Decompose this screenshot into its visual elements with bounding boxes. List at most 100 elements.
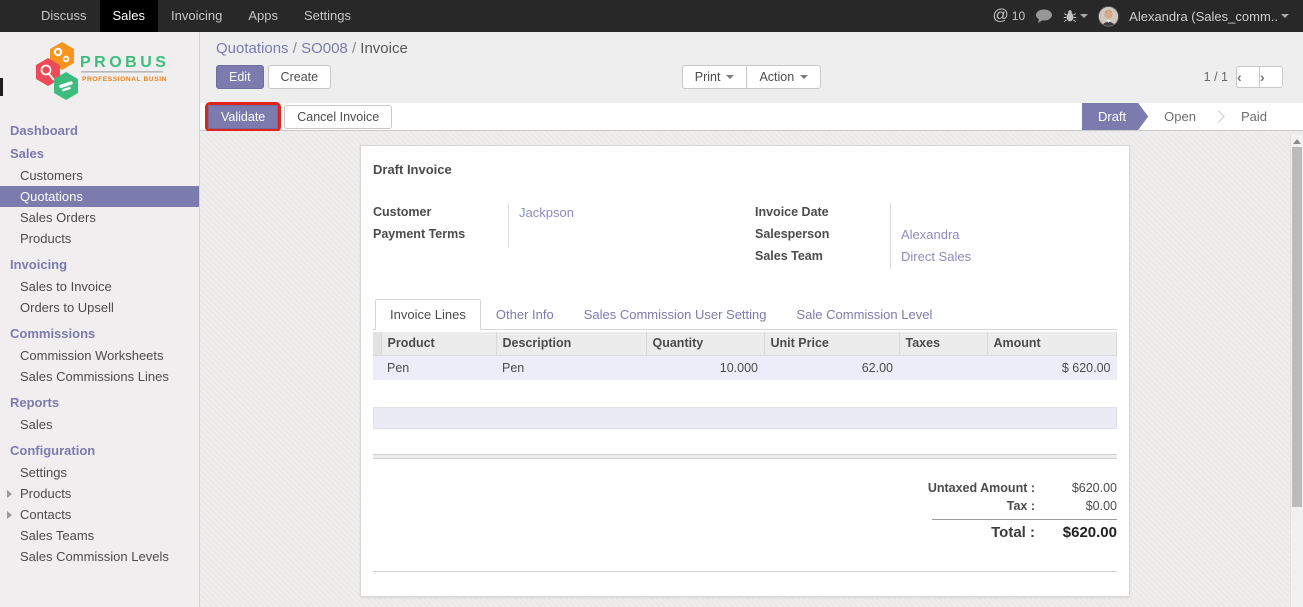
pager-previous-button[interactable]: ‹: [1236, 66, 1260, 88]
tab-sale-commission-level[interactable]: Sale Commission Level: [782, 299, 948, 330]
statusbar: Validate Cancel Invoice Draft Open Paid: [200, 103, 1303, 131]
sidebar-item-products[interactable]: Products: [0, 228, 199, 249]
salesperson-value[interactable]: Alexandra: [890, 225, 1117, 247]
cancel-invoice-button[interactable]: Cancel Invoice: [284, 105, 392, 129]
debug-menu[interactable]: [1063, 9, 1088, 23]
user-name-label: Alexandra (Sales_comm..: [1129, 9, 1278, 24]
sidebar-item-orders-to-upsell[interactable]: Orders to Upsell: [0, 297, 199, 318]
mention-count: 10: [1012, 9, 1025, 23]
invoice-date-value[interactable]: [890, 203, 1117, 225]
row-handle[interactable]: [373, 355, 381, 380]
untaxed-amount-label: Untaxed Amount :: [857, 481, 1035, 495]
caret-down-icon: [726, 75, 734, 79]
sheet-bottom-divider: [373, 571, 1117, 572]
expand-arrow-icon[interactable]: [7, 490, 12, 498]
control-panel: Quotations / SO008 / Invoice Edit Create…: [200, 32, 1303, 103]
chat-icon[interactable]: [1035, 9, 1053, 23]
status-open[interactable]: Open: [1148, 103, 1212, 130]
edit-button[interactable]: Edit: [216, 65, 264, 89]
vertical-scrollbar[interactable]: [1290, 135, 1303, 607]
breadcrumb-so008[interactable]: SO008: [301, 40, 348, 57]
pager-counter: 1 / 1: [1204, 70, 1228, 84]
expand-arrow-icon[interactable]: [7, 511, 12, 519]
scrollbar-thumb[interactable]: [1292, 147, 1302, 507]
column-amount[interactable]: Amount: [987, 332, 1117, 355]
table-header-row: Product Description Quantity Unit Price …: [373, 332, 1117, 355]
pager-next-button[interactable]: ›: [1259, 66, 1283, 88]
breadcrumb-quotations[interactable]: Quotations: [216, 40, 289, 57]
tab-sales-commission-user-setting[interactable]: Sales Commission User Setting: [569, 299, 782, 330]
logo-subtitle: PROFESSIONAL BUSINESS: [82, 76, 166, 83]
mentions-counter[interactable]: @ 10: [993, 7, 1026, 25]
breadcrumb-separator: /: [352, 40, 356, 57]
cell-description: Pen: [496, 355, 646, 380]
field-group-right: Invoice Date Salesperson Alexandra Sales…: [745, 203, 1117, 269]
validate-button[interactable]: Validate: [208, 105, 278, 129]
topbar-right: @ 10 Alex: [993, 0, 1303, 32]
tax-value: $0.00: [1035, 499, 1117, 513]
invoice-title: Draft Invoice: [373, 162, 1117, 177]
sidebar-item-settings[interactable]: Settings: [0, 462, 199, 483]
sidebar-header-sales[interactable]: Sales: [0, 142, 199, 165]
sidebar-item-sales-commissions-lines[interactable]: Sales Commissions Lines: [0, 366, 199, 387]
sidebar-header-commissions[interactable]: Commissions: [0, 322, 199, 345]
total-value: $620.00: [1035, 524, 1117, 541]
scroll-up-button[interactable]: [1291, 135, 1303, 147]
menu-apps[interactable]: Apps: [235, 0, 291, 32]
sales-team-label: Sales Team: [755, 247, 890, 263]
avatar[interactable]: [1098, 6, 1119, 27]
cell-unit-price: 62.00: [764, 355, 899, 380]
sidebar-header-configuration[interactable]: Configuration: [0, 439, 199, 462]
sidebar-item-config-products[interactable]: Products: [0, 483, 199, 504]
sidebar-header-dashboard[interactable]: Dashboard: [0, 119, 199, 142]
breadcrumb-invoice: Invoice: [360, 40, 408, 57]
sidebar-item-sales-to-invoice[interactable]: Sales to Invoice: [0, 276, 199, 297]
sidebar-item-config-contacts[interactable]: Contacts: [0, 504, 199, 525]
tab-invoice-lines[interactable]: Invoice Lines: [375, 299, 481, 330]
edge-notch: [0, 78, 3, 96]
customer-value[interactable]: Jackpson: [508, 203, 745, 225]
payment-terms-label: Payment Terms: [373, 225, 508, 241]
invoice-lines-table: Product Description Quantity Unit Price …: [373, 332, 1117, 380]
sidebar-item-sales-teams[interactable]: Sales Teams: [0, 525, 199, 546]
user-menu[interactable]: Alexandra (Sales_comm..: [1129, 9, 1289, 24]
tab-other-info[interactable]: Other Info: [481, 299, 569, 330]
table-row[interactable]: Pen Pen 10.000 62.00 $ 620.00: [373, 355, 1117, 380]
sidebar-item-quotations[interactable]: Quotations: [0, 186, 199, 207]
action-label: Action: [759, 70, 794, 84]
total-label: Total :: [857, 524, 1035, 541]
sidebar-item-sales-orders[interactable]: Sales Orders: [0, 207, 199, 228]
status-paid[interactable]: Paid: [1225, 103, 1283, 130]
column-quantity[interactable]: Quantity: [646, 332, 764, 355]
top-navbar: Discuss Sales Invoicing Apps Settings @ …: [0, 0, 1303, 32]
sidebar-item-reports-sales[interactable]: Sales: [0, 414, 199, 435]
sales-team-value[interactable]: Direct Sales: [890, 247, 1117, 269]
sidebar-item-customers[interactable]: Customers: [0, 165, 199, 186]
sidebar-header-reports[interactable]: Reports: [0, 391, 199, 414]
payment-terms-value[interactable]: [508, 225, 745, 247]
column-description[interactable]: Description: [496, 332, 646, 355]
column-unit-price[interactable]: Unit Price: [764, 332, 899, 355]
sidebar-item-sales-commission-levels[interactable]: Sales Commission Levels: [0, 546, 199, 567]
menu-invoicing[interactable]: Invoicing: [158, 0, 235, 32]
action-dropdown[interactable]: Action: [746, 65, 821, 89]
invoice-date-label: Invoice Date: [755, 203, 890, 219]
sidebar-header-invoicing[interactable]: Invoicing: [0, 253, 199, 276]
caret-down-icon: [1080, 14, 1088, 18]
sidebar-item-commission-worksheets[interactable]: Commission Worksheets: [0, 345, 199, 366]
breadcrumb: Quotations / SO008 / Invoice: [216, 40, 1287, 57]
menu-sales[interactable]: Sales: [100, 0, 159, 32]
print-dropdown[interactable]: Print: [682, 65, 748, 89]
invoice-sheet: Draft Invoice Customer Jackpson Payment …: [360, 145, 1130, 597]
column-product[interactable]: Product: [381, 332, 496, 355]
print-label: Print: [695, 70, 721, 84]
create-button[interactable]: Create: [268, 65, 332, 89]
salesperson-label: Salesperson: [755, 225, 890, 241]
menu-discuss[interactable]: Discuss: [28, 0, 100, 32]
totals-block: Untaxed Amount : $620.00 Tax : $0.00 Tot…: [857, 479, 1117, 543]
menu-settings[interactable]: Settings: [291, 0, 364, 32]
cell-quantity: 10.000: [646, 355, 764, 380]
status-draft[interactable]: Draft: [1082, 103, 1148, 130]
sidebar-item-label: Products: [20, 486, 71, 501]
column-taxes[interactable]: Taxes: [899, 332, 987, 355]
